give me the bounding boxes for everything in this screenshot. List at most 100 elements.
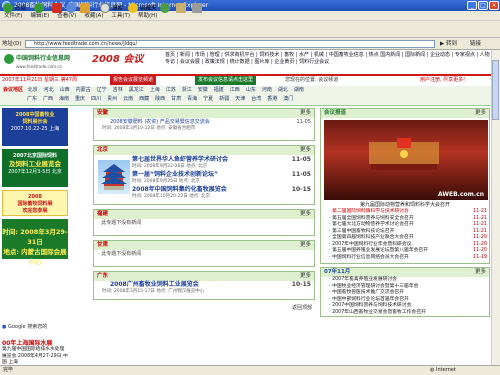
province-link[interactable]: 四川 [91, 96, 101, 102]
news-item[interactable]: 2008安徽肥料 (农资) 产品交易暨信息交流会 11-05 [106, 118, 314, 126]
go-button[interactable]: ▶ 转到 [440, 40, 457, 48]
close-button[interactable]: × [489, 1, 499, 10]
province-link[interactable]: 上海 [150, 87, 160, 93]
back-button[interactable]: 后退 [3, 3, 26, 14]
toolbar [0, 21, 500, 38]
forward-button[interactable] [34, 3, 46, 14]
more-link[interactable]: 更多 [475, 109, 486, 118]
address-input[interactable]: http://www.feedtrade.com.cn/news/jldqu/ [25, 40, 435, 48]
back-arrow-icon [3, 3, 13, 13]
province-link[interactable]: 福建 [214, 87, 224, 93]
province-row-1: 会议地区 北京 河北 山西 内蒙古 辽宁 吉林 黑龙江 上海 江苏 浙江 安徽 福建 江西 山东 河南 湖北湖… [0, 86, 491, 95]
province-link[interactable]: 湖北 [278, 87, 288, 93]
province-link[interactable]: 辽宁 [97, 87, 107, 93]
province-link[interactable]: 山东 [246, 87, 256, 93]
address-label: 地址(D) [2, 41, 22, 47]
date-text: 2007年11月21日 星期三 第47周 [2, 77, 77, 83]
temple-of-heaven-image[interactable] [98, 160, 130, 194]
more-link[interactable]: 更多 [300, 146, 311, 155]
more-link[interactable]: 更多 [300, 210, 311, 219]
province-bar: 会议地区 北京 河北 山西 内蒙古 辽宁 吉林 黑龙江 上海 江苏 浙江 安徽 福建 江西 山东 河南 湖北湖… [0, 86, 491, 106]
province-link[interactable]: 西藏 [139, 96, 149, 102]
star-icon [128, 3, 138, 13]
province-link[interactable]: 天津 [235, 96, 245, 102]
news-item: · 此专题下没有新闻 [98, 220, 142, 226]
province-link[interactable]: 内蒙古 [76, 87, 91, 93]
top-nav[interactable]: 首页 | 新闻 | 市场 | 管理 | 供求商机平台 | 饲料技术 | 畜牧 |… [165, 52, 490, 66]
news-item[interactable]: 2008广州畜牧业饲料工业展览会 10-15 [106, 281, 314, 289]
google-search[interactable]: ● Google 搜索您的 [2, 323, 68, 330]
region-box-gansu: 甘肃 更多 · 此专题下没有新闻 [93, 240, 315, 267]
ad-banner[interactable]: 2008中国畜牧业 饲料展示会 2007.10.22-25 上海 [2, 108, 68, 146]
province-link[interactable]: 山西 [60, 87, 70, 93]
province-link[interactable]: 广东 [27, 96, 37, 102]
site-logo[interactable]: 中国饲料行业信息网 www.feedtrade.com.cn [4, 53, 70, 69]
news-item[interactable]: 第七届世界华人鱼虾营养学术研讨会 11-05 [132, 155, 314, 164]
province-link[interactable]: 吉林 [113, 87, 123, 93]
region-box-fujian: 福建 更多 · 此专题下没有新闻 [93, 209, 315, 236]
mail-button[interactable] [176, 3, 188, 14]
news-item[interactable]: 第一届“饲料企业技术创新论坛” 11-05 [132, 170, 314, 179]
search-button[interactable]: 搜索 [100, 3, 123, 14]
province-link[interactable]: 重庆 [75, 96, 85, 102]
ad-banner[interactable]: 2007北京国际饲料 及饲料工业展览会 2007年12月3-5日 北京 [2, 149, 68, 187]
province-link[interactable]: 新疆 [219, 96, 229, 102]
province-link[interactable]: 河南 [262, 87, 272, 93]
province-link[interactable]: 海南 [59, 96, 69, 102]
status-bar: 完毕 ◍ Internet [0, 365, 500, 375]
province-link[interactable]: 江苏 [166, 87, 176, 93]
breadcrumb: 您现在的位置: 会议频道 [285, 77, 339, 83]
register-link[interactable]: 用户注册, 尽享更多! [420, 76, 465, 85]
province-link[interactable]: 广西 [43, 96, 53, 102]
province-link[interactable]: 香港 [267, 96, 277, 102]
province-link[interactable]: 湖南 [294, 87, 304, 93]
region-box-guangdong: 广东 更多 2008广州畜牧业饲料工业展览会 10-15 时间: 2008年3月15… [93, 271, 315, 300]
province-link[interactable]: 浙江 [182, 87, 192, 93]
date-bar: 2007年11月21日 星期三 第47周 报告会议展览频道 发布会议信息请点击这… [0, 74, 491, 85]
reports-link[interactable]: 报告会议展览频道 [110, 76, 157, 85]
province-link[interactable]: 江西 [230, 87, 240, 93]
print-icon [192, 3, 202, 13]
province-link[interactable]: 河北 [44, 87, 54, 93]
province-link[interactable]: 贵州 [107, 96, 117, 102]
more-link[interactable]: 更多 [300, 272, 311, 281]
province-link[interactable]: 宁夏 [203, 96, 213, 102]
province-link[interactable]: 台湾 [251, 96, 261, 102]
province-link[interactable]: 陕西 [155, 96, 165, 102]
province-link[interactable]: 甘肃 [171, 96, 181, 102]
banner-title: 2008 会议 [92, 54, 144, 65]
more-link[interactable]: 更多 [300, 109, 311, 118]
report-item[interactable]: · 中国饲料行业信息网络会员大会召开 11-19 [321, 255, 489, 262]
photo-caption[interactable]: 第九届国际动物营养和饲料科学大会召开 [321, 202, 489, 209]
stop-button[interactable] [52, 3, 64, 14]
favorites-button[interactable]: 收藏夹 [128, 3, 157, 14]
more-link[interactable]: 更多 [475, 268, 486, 277]
province-link[interactable]: 云南 [123, 96, 133, 102]
links-label[interactable]: 链接 [470, 40, 481, 48]
history-icon [160, 3, 170, 13]
province-link[interactable]: 黑龙江 [129, 87, 144, 93]
region-title: 北京 更多 [94, 146, 314, 155]
back-to-top-link[interactable]: 返回顶部 [93, 304, 315, 311]
ad-banner[interactable]: 时间: 2008年3月29-31日 地点: 内蒙古国际会展中心 [2, 219, 68, 266]
conference-photo[interactable]: AWEB.com.cn [324, 120, 488, 200]
province-link[interactable]: 北京 [28, 87, 38, 93]
logo-icon [4, 53, 14, 64]
history-button[interactable] [160, 3, 172, 14]
print-button[interactable] [192, 3, 204, 14]
publish-link[interactable]: 发布会议信息请点击这里 [195, 76, 257, 85]
maximize-button[interactable]: □ [478, 1, 488, 10]
region-title: 甘肃 更多 [94, 241, 314, 250]
home-button[interactable] [80, 3, 92, 14]
province-link[interactable]: 澳门 [283, 96, 293, 102]
province-link[interactable]: 安徽 [198, 87, 208, 93]
news-item[interactable]: 2008年中国饲料集约化畜牧展览会 10-15 [132, 185, 314, 194]
scrollbar-thumb[interactable] [492, 60, 499, 120]
more-link[interactable]: 更多 [300, 241, 311, 250]
ad-banner[interactable]: 2008 国际畜牧饲料展 欢迎您参展 [2, 190, 68, 216]
month-item[interactable]: · 2007年山西畜牧业交易会暨畜牧工作会召开 [321, 310, 489, 317]
refresh-button[interactable] [66, 3, 78, 14]
province-link[interactable]: 青海 [187, 96, 197, 102]
minimize-button[interactable]: _ [467, 1, 477, 10]
bottom-ad-title[interactable]: 00年上海国际水展 [2, 338, 68, 347]
